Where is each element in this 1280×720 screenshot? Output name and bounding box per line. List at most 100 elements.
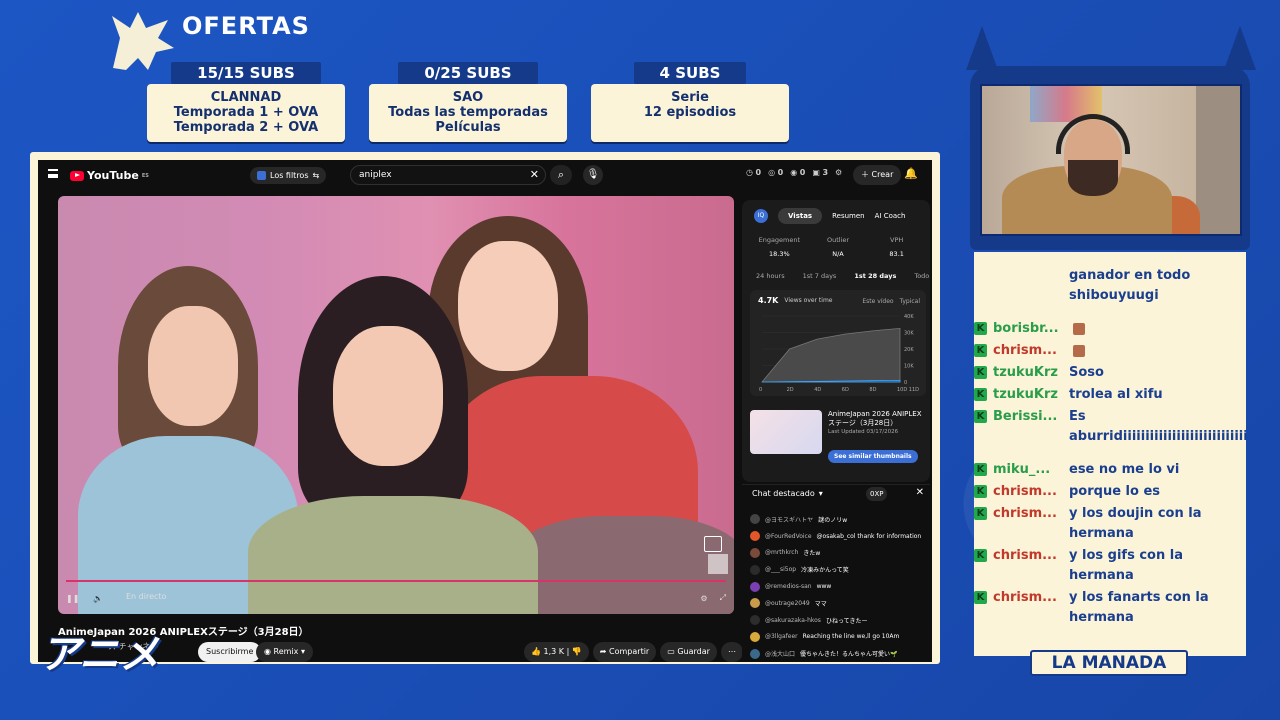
search-input[interactable]: aniplex ✕ [350, 165, 546, 185]
stats-tabs: IQ Vistas Resumen AI Coach [754, 208, 905, 224]
share-button[interactable]: ➦ Compartir [592, 642, 657, 662]
region-code: ES [141, 172, 149, 179]
offer-line: Todas las temporadas [388, 105, 548, 120]
range-tab[interactable]: 1st 7 days [803, 272, 837, 280]
chat-text [1069, 341, 1219, 361]
kick-badge-icon: K [974, 344, 987, 357]
video-frame-shape [333, 326, 443, 466]
mic-icon[interactable]: 🎙 [583, 165, 603, 185]
search-button[interactable]: ⌕ [550, 165, 572, 185]
tab-vistas[interactable]: Vistas [778, 208, 823, 224]
chat-line: Kchrism... [974, 341, 1246, 361]
chat-line: Kchrism... y los fanarts con la hermana [974, 588, 1246, 628]
filter-icon [257, 171, 266, 180]
chat-line: KtzukuKrz Soso [974, 363, 1246, 383]
progress-bar[interactable] [66, 580, 726, 582]
anime-logo: アニメ [40, 632, 160, 678]
chat-line: K Berissi... Es aburridiiiiiiiiiiiiiiiiiii… [974, 407, 1246, 447]
clear-icon[interactable]: ✕ [530, 168, 539, 181]
similar-thumbnails-button[interactable]: See similar thumbnails [828, 450, 918, 463]
range-tab[interactable]: 1st 28 days [854, 272, 896, 280]
chat-message: @remedios-san www [750, 578, 930, 595]
metric-label: Engagement [758, 236, 801, 244]
offer-line: Temporada 1 + OVA [173, 105, 319, 120]
chat-user: @ヨモスギハトヤ [765, 516, 814, 524]
youtube-wordmark: YouTube [87, 169, 139, 182]
settings-icon[interactable]: ⚙ [700, 594, 707, 603]
chat-text: y los gifs con la hermana [1069, 548, 1183, 583]
counter: ◷ 0 [746, 168, 762, 177]
video-frame-shape [458, 241, 558, 371]
offer-sao: 0/25 SUBS SAO Todas las temporadas Pelíc… [369, 62, 567, 142]
menu-icon[interactable] [48, 169, 58, 178]
more-icon[interactable]: ⋯ [720, 642, 743, 662]
video-player[interactable]: ❚❚ 🔈 En directo ⚙ ⤢ [58, 196, 734, 614]
kick-badge-icon: K [974, 485, 987, 498]
avatar [750, 564, 760, 575]
volume-icon[interactable]: 🔈 [93, 594, 103, 603]
chat-username: chrism... [993, 343, 1057, 358]
remix-button[interactable]: ◉ Remix ▾ [256, 642, 313, 662]
x-tick-label: 10D 11D [897, 387, 919, 393]
emote-icon [1073, 345, 1085, 357]
fullscreen-icon[interactable]: ⤢ [720, 593, 726, 603]
miniplayer-icon[interactable] [704, 536, 722, 552]
video-controls: ❚❚ 🔈 En directo ⚙ ⤢ [66, 588, 726, 608]
youtube-logo[interactable]: YouTube ES [70, 169, 149, 182]
chat-username: chrism... [993, 548, 1057, 563]
chat-user: @sakurazaka-hkos [765, 616, 821, 624]
avatar [750, 598, 760, 609]
range-tabs: 24 hours 1st 7 days 1st 28 days Todo [756, 272, 929, 280]
video-thumbnail[interactable] [750, 410, 822, 454]
tab-ai-coach[interactable]: AI Coach [875, 212, 906, 220]
chat-header[interactable]: Chat destacado ▾ [752, 489, 823, 498]
chat-username: chrism... [993, 506, 1057, 521]
views-chart-svg: 0 10K 20K 30K 40K 0 2D 4D 6D 8D 10D 11D [759, 314, 919, 393]
filters-button[interactable]: Los filtros ⇆ [250, 167, 327, 184]
chat-username: tzukuKrz [993, 387, 1058, 402]
like-button[interactable]: 👍 1,3 K | 👎 [524, 642, 589, 662]
subscribe-button[interactable]: Suscribirme [198, 642, 262, 662]
metric-label: VPH [890, 236, 904, 244]
webcam-shape [1068, 160, 1118, 196]
kick-badge-icon: K [974, 366, 987, 379]
chat-text: y los doujin con la hermana [1069, 506, 1202, 541]
offer-line: CLANNAD [210, 90, 282, 105]
range-tab[interactable]: Todo [914, 272, 929, 280]
video-frame-shape [148, 306, 238, 426]
chat-line: Kchrism... y los doujin con la hermana [974, 504, 1246, 544]
chat-username: Berissi... [993, 409, 1058, 424]
webcam-shape [1196, 86, 1240, 234]
y-tick-label: 20K [904, 347, 914, 353]
extension-counters: ◷ 0 ◎ 0 ◉ 0 ▣ 3 ⚙ [746, 168, 842, 177]
counter: ◉ 0 [790, 168, 806, 177]
save-button[interactable]: ▭ Guardar [660, 642, 717, 662]
chat-user: @mrthkrch [765, 549, 799, 557]
y-tick-label: 0 [904, 380, 907, 386]
x-tick-label: 2D [787, 387, 794, 393]
offer-line: Temporada 2 + OVA [173, 120, 319, 135]
range-tab[interactable]: 24 hours [756, 272, 785, 280]
chat-text: きたw [803, 550, 821, 558]
team-label: LA MANADA [1030, 650, 1188, 676]
live-status: En directo [126, 592, 167, 601]
pause-icon[interactable]: ❚❚ [66, 594, 79, 603]
tab-resumen[interactable]: Resumen [832, 212, 865, 220]
youtube-play-icon [70, 170, 84, 181]
bell-icon[interactable]: 🔔 [904, 167, 918, 180]
create-button[interactable]: ＋ Crear [853, 165, 902, 185]
series-area-1 [761, 327, 901, 383]
stats-panel: IQ Vistas Resumen AI Coach Engagement Ou… [742, 200, 930, 482]
youtube-topbar: YouTube ES Los filtros ⇆ aniplex ✕ ⌕ 🎙 ◷… [38, 160, 932, 190]
chat-username: chrism... [993, 590, 1057, 605]
chat-text: porque lo es [1069, 484, 1161, 499]
chat-message: @sakurazaka-hkos ひねってきたー [750, 612, 930, 629]
chat-text: 謎のノリw [818, 516, 848, 524]
close-icon[interactable]: ✕ [916, 487, 924, 498]
chat-username: chrism... [993, 484, 1057, 499]
filters-label: Los filtros [270, 171, 309, 180]
webcam-feed [980, 84, 1242, 236]
search-value: aniplex [359, 170, 392, 180]
offer-line: Serie [671, 90, 709, 105]
cast-icon[interactable]: ⚙ [835, 168, 842, 177]
